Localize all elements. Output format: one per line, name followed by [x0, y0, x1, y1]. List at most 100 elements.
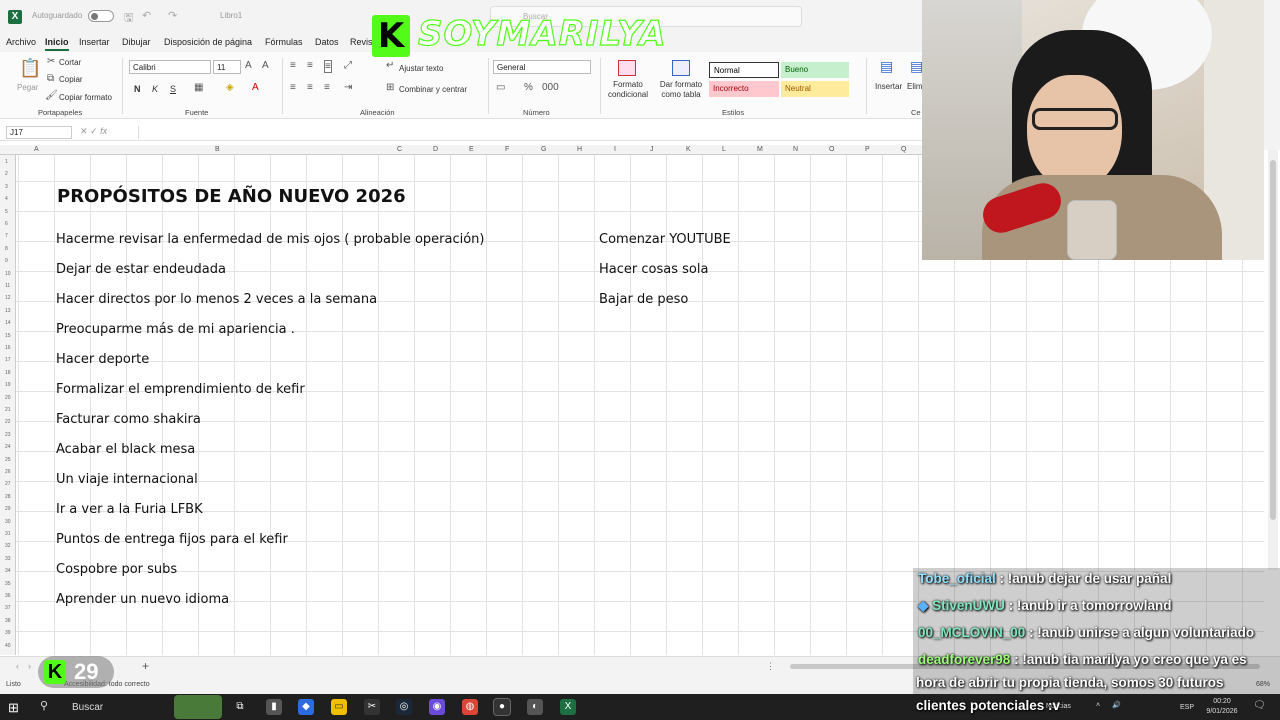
copy-button[interactable]: Copiar	[59, 75, 83, 84]
align-bottom-icon[interactable]: ≡	[324, 60, 332, 73]
list-item[interactable]: Facturar como shakira	[56, 412, 201, 427]
merge-icon[interactable]: ⊞	[386, 82, 394, 93]
capcut-icon[interactable]: ✂	[364, 699, 380, 715]
column-header[interactable]: L	[722, 146, 726, 153]
list-item[interactable]: Un viaje internacional	[56, 472, 198, 487]
copilot-icon[interactable]: ◆	[298, 699, 314, 715]
font-size-select[interactable]: 11	[213, 60, 241, 74]
format-painter-icon[interactable]: 🖌	[45, 90, 58, 101]
format-as-table-icon[interactable]	[672, 60, 690, 76]
row-number[interactable]: 24	[5, 444, 11, 450]
column-header[interactable]: M	[757, 146, 763, 153]
row-number[interactable]: 29	[5, 506, 11, 512]
comma-icon[interactable]: 000	[542, 82, 559, 93]
column-header[interactable]: G	[541, 146, 546, 153]
column-header[interactable]: Q	[901, 146, 906, 153]
list-item[interactable]: Preocuparme más de mi apariencia .	[56, 322, 295, 337]
column-header[interactable]: N	[793, 146, 798, 153]
column-header[interactable]: B	[215, 146, 220, 153]
percent-icon[interactable]: %	[524, 82, 533, 93]
row-number[interactable]: 22	[5, 419, 11, 425]
row-number[interactable]: 20	[5, 395, 11, 401]
style-incorrecto[interactable]: Incorrecto	[709, 81, 779, 97]
row-headers[interactable]: 1 2 3 4 5 6 7 8 9 10 11 12 13 14 15 16 17 18 19 20 21 22 23 24 2…	[0, 155, 16, 655]
row-number[interactable]: 21	[5, 407, 11, 413]
obs-icon[interactable]: ●	[493, 698, 511, 716]
list-item-right[interactable]: Hacer cosas sola	[599, 262, 708, 277]
row-number[interactable]: 25	[5, 457, 11, 463]
bold-button[interactable]: N	[134, 84, 141, 94]
save-icon[interactable]: 🖫	[124, 9, 133, 28]
row-number[interactable]: 8	[5, 246, 8, 252]
app-icon-2[interactable]: ◉	[429, 699, 445, 715]
style-neutral[interactable]: Neutral	[781, 81, 849, 97]
row-number[interactable]: 32	[5, 543, 11, 549]
cut-icon[interactable]: ✂	[47, 56, 55, 67]
notifications-icon[interactable]: 🗨	[1253, 701, 1266, 711]
tab-formulas[interactable]: Fórmulas	[265, 37, 303, 47]
next-sheet-icon[interactable]: ›	[28, 661, 31, 671]
row-number[interactable]: 10	[5, 271, 11, 277]
excel-taskbar-icon[interactable]: X	[560, 699, 576, 715]
column-header[interactable]: D	[433, 146, 438, 153]
row-number[interactable]: 27	[5, 481, 11, 487]
font-color-icon[interactable]: A	[252, 82, 259, 93]
row-number[interactable]: 3	[5, 184, 8, 190]
tab-inicio[interactable]: Inicio	[45, 37, 69, 51]
formula-input[interactable]	[138, 126, 918, 139]
list-item[interactable]: Cospobre por subs	[56, 562, 177, 577]
steam-icon[interactable]: ◎	[396, 699, 412, 715]
chrome-icon[interactable]: ◍	[462, 699, 478, 715]
copy-icon[interactable]: ⧉	[47, 73, 54, 84]
row-number[interactable]: 33	[5, 556, 11, 562]
app-icon[interactable]: ▮	[266, 699, 282, 715]
column-header[interactable]: A	[34, 146, 39, 153]
list-item-right[interactable]: Bajar de peso	[599, 292, 688, 307]
fx-icon[interactable]: fx	[100, 126, 107, 136]
row-number[interactable]: 5	[5, 209, 8, 215]
row-number[interactable]: 11	[5, 283, 10, 289]
row-number[interactable]: 16	[5, 345, 11, 351]
column-header[interactable]: F	[505, 146, 509, 153]
format-as-table-button[interactable]: Dar formato como tabla	[656, 80, 706, 100]
column-header[interactable]: P	[865, 146, 870, 153]
tray-chevron-icon[interactable]: ˄	[1096, 701, 1100, 711]
list-item[interactable]: Hacer directos por lo menos 2 veces a la…	[56, 292, 377, 307]
merge-center-button[interactable]: Combinar y centrar	[399, 85, 467, 94]
column-header[interactable]: E	[469, 146, 474, 153]
file-explorer-icon[interactable]: ▭	[331, 699, 347, 715]
style-normal[interactable]: Normal	[709, 62, 779, 78]
row-number[interactable]: 38	[5, 618, 11, 624]
grow-font-icon[interactable]: A	[245, 60, 252, 71]
row-number[interactable]: 14	[5, 320, 11, 326]
row-number[interactable]: 12	[5, 295, 11, 301]
row-number[interactable]: 19	[5, 382, 11, 388]
row-number[interactable]: 37	[5, 605, 11, 611]
paste-button[interactable]: Pegar	[17, 83, 38, 92]
volume-icon[interactable]: 🔊	[1112, 701, 1121, 711]
row-number[interactable]: 13	[5, 308, 11, 314]
indent-icon[interactable]: ⇥	[344, 82, 352, 93]
align-center-icon[interactable]: ≡	[307, 82, 313, 93]
underline-button[interactable]: S	[170, 84, 176, 94]
align-right-icon[interactable]: ≡	[324, 82, 330, 93]
autosave-toggle[interactable]	[88, 10, 114, 22]
row-number[interactable]: 40	[5, 643, 11, 649]
row-number[interactable]: 31	[5, 531, 11, 537]
windows-start-icon[interactable]: ⊞	[8, 700, 19, 716]
conditional-format-button[interactable]: Formato condicional	[606, 80, 650, 100]
column-header[interactable]: I	[614, 146, 616, 153]
app-icon-3[interactable]: ◐	[527, 699, 543, 715]
row-number[interactable]: 39	[5, 630, 11, 636]
list-item[interactable]: Hacerme revisar la enfermedad de mis ojo…	[56, 232, 485, 247]
list-item[interactable]: Puntos de entrega fijos para el kefir	[56, 532, 288, 547]
row-number[interactable]: 6	[5, 221, 8, 227]
tab-disposicion[interactable]: Disposición de página	[164, 37, 252, 47]
wrap-text-button[interactable]: Ajustar texto	[399, 64, 443, 73]
accounting-icon[interactable]: ▭	[496, 82, 505, 93]
row-number[interactable]: 7	[5, 233, 8, 239]
paste-icon[interactable]: 📋	[19, 58, 41, 79]
name-box[interactable]: J17	[6, 126, 72, 139]
row-number[interactable]: 9	[5, 258, 8, 264]
list-item[interactable]: Aprender un nuevo idioma	[56, 592, 229, 607]
